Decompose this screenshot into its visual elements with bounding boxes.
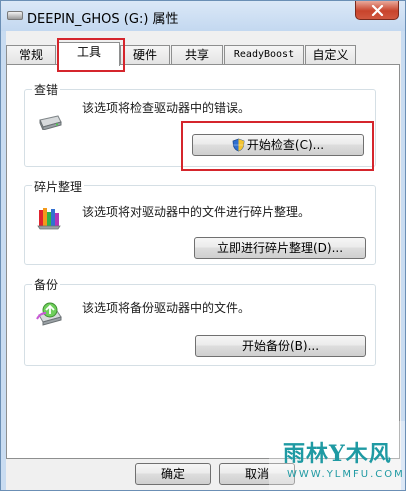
close-icon [371, 5, 384, 16]
drive-icon [7, 11, 23, 20]
disk-check-icon [37, 114, 63, 133]
tab-hardware[interactable]: 硬件 [120, 45, 170, 65]
backup-description: 该选项将备份驱动器中的文件。 [82, 301, 251, 315]
defrag-description: 该选项将对驱动器中的文件进行碎片整理。 [82, 205, 311, 219]
title-bar[interactable]: DEEPIN_GHOS (G:) 属性 [1, 1, 405, 31]
tab-highlight-box [57, 38, 125, 72]
tab-readyboost[interactable]: ReadyBoost [224, 45, 304, 65]
window-title: DEEPIN_GHOS (G:) 属性 [27, 12, 179, 27]
tab-sharing[interactable]: 共享 [171, 45, 223, 65]
backup-group-title: 备份 [32, 276, 61, 293]
tab-customize[interactable]: 自定义 [305, 45, 356, 65]
defrag-now-button[interactable]: 立即进行碎片整理(D)... [194, 237, 366, 259]
defrag-group-title: 碎片整理 [32, 178, 85, 195]
site-watermark: 雨林Y木风 WWW.YLMFU.COM [269, 421, 405, 490]
backup-icon [35, 301, 65, 330]
tab-general[interactable]: 常规 [6, 45, 56, 65]
check-button-highlight-box [181, 121, 374, 171]
start-backup-button[interactable]: 开始备份(B)... [195, 335, 366, 357]
check-group-title: 查错 [32, 81, 61, 98]
watermark-text: 雨林Y木风 [283, 441, 392, 467]
ok-button[interactable]: 确定 [135, 463, 211, 485]
defrag-icon [37, 206, 61, 233]
close-button[interactable] [355, 1, 399, 20]
check-description: 该选项将检查驱动器中的错误。 [82, 101, 251, 115]
watermark-url: WWW.YLMFU.COM [287, 469, 405, 480]
properties-window: DEEPIN_GHOS (G:) 属性 常规 工具 硬件 共享 ReadyBoo… [0, 0, 406, 491]
